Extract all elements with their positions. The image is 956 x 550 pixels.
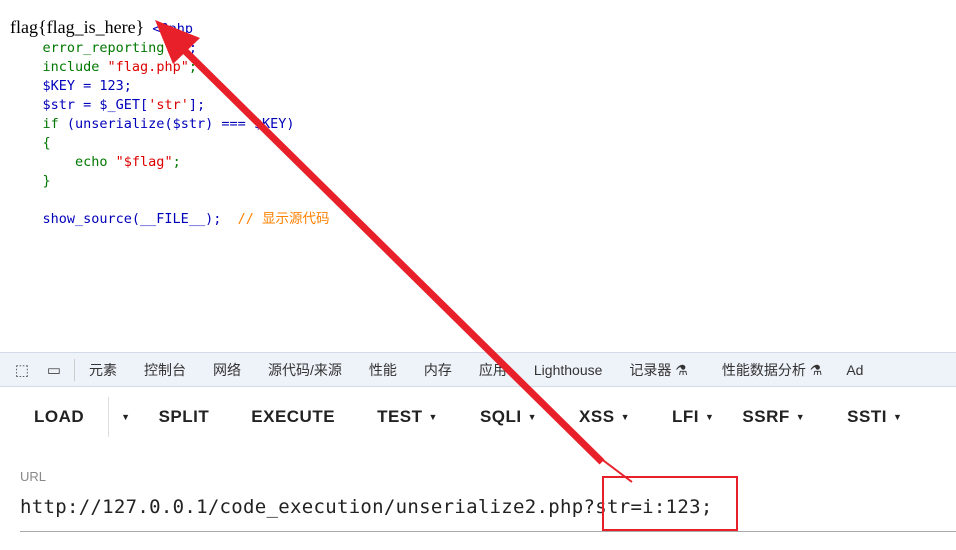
code-line: error_reporting <box>42 40 165 56</box>
sqli-menu[interactable]: SQLI ▼ <box>454 407 553 427</box>
tab-memory[interactable]: 内存 <box>424 360 452 380</box>
url-base: http://127.0.0.1/code_execution/unserial… <box>20 496 584 518</box>
execute-button[interactable]: EXECUTE <box>225 407 351 427</box>
tab-application[interactable]: 应用 <box>479 360 507 380</box>
xss-label: XSS <box>579 407 615 426</box>
caret-down-icon: ▼ <box>892 412 903 422</box>
code-token: "flag.php" <box>107 59 189 75</box>
code-line: show_source(__FILE__); <box>42 211 222 227</box>
ssrf-menu[interactable]: SSRF ▼ <box>730 407 821 427</box>
annotation-thin-line <box>599 457 633 483</box>
split-button[interactable]: SPLIT <box>143 407 226 427</box>
tab-performance-insights[interactable]: 性能数据分析 ⚗ <box>722 360 822 380</box>
flag-output: flag{flag_is_here} <box>10 17 145 37</box>
url-label: URL <box>20 469 47 484</box>
split-label: SPLIT <box>158 407 210 426</box>
divider <box>108 397 110 437</box>
ssti-menu[interactable]: SSTI ▼ <box>821 407 918 427</box>
code-token: "$flag" <box>115 154 173 170</box>
lfi-menu[interactable]: LFI ▼ <box>646 407 730 427</box>
tab-recorder[interactable]: 记录器 ⚗ <box>629 360 687 380</box>
php-open-tag: <?php <box>152 21 194 37</box>
caret-down-icon: ▼ <box>795 412 806 422</box>
tab-sources[interactable]: 源代码/来源 <box>268 360 342 380</box>
tab-elements[interactable]: 元素 <box>89 360 117 380</box>
tab-network[interactable]: 网络 <box>213 360 241 380</box>
sqli-label: SQLI <box>479 407 522 426</box>
inspect-element-icon[interactable]: ⬚ <box>12 361 32 379</box>
caret-down-icon: ▼ <box>620 412 630 422</box>
code-line: } <box>42 173 51 189</box>
lfi-label: LFI <box>671 407 699 426</box>
ssrf-label: SSRF <box>742 407 790 426</box>
code-line: $str = $_GET[ <box>42 97 149 113</box>
tab-lighthouse[interactable]: Lighthouse <box>534 362 603 378</box>
url-input[interactable]: http://127.0.0.1/code_execution/unserial… <box>20 496 956 532</box>
tab-console[interactable]: 控制台 <box>144 360 186 380</box>
execute-label: EXECUTE <box>251 407 336 426</box>
code-token: ; <box>172 154 181 170</box>
caret-down-icon: ▼ <box>704 412 715 422</box>
code-line: if <box>42 116 67 132</box>
test-label: TEST <box>377 407 423 426</box>
url-query: ?str=i:123; <box>583 496 713 518</box>
load-dropdown[interactable]: ▼ <box>113 412 142 422</box>
code-token: (0); <box>164 40 197 56</box>
xss-menu[interactable]: XSS ▼ <box>553 407 646 427</box>
code-token: ; <box>188 59 197 75</box>
php-source-output: flag{flag_is_here} <?php error_reporting… <box>10 18 329 229</box>
caret-down-icon: ▼ <box>527 412 538 422</box>
caret-down-icon: ▼ <box>121 412 131 422</box>
code-line: { <box>42 135 51 151</box>
tab-more[interactable]: Ad <box>846 362 863 378</box>
code-line: $KEY = 123; <box>42 78 132 94</box>
ssti-label: SSTI <box>847 407 887 426</box>
caret-down-icon: ▼ <box>428 412 438 422</box>
code-token: (unserialize($str) === $KEY) <box>66 116 295 132</box>
hackbar-toolbar: LOAD ▼ SPLIT EXECUTE TEST ▼ SQLI ▼ XSS ▼ LF… <box>0 388 956 446</box>
test-menu[interactable]: TEST ▼ <box>351 407 454 427</box>
code-comment: // 显示源代码 <box>237 211 330 227</box>
load-button[interactable]: LOAD <box>0 407 104 427</box>
code-line: include <box>42 59 108 75</box>
code-token: 'str' <box>148 97 189 113</box>
code-line: echo <box>75 154 116 170</box>
devtools-tabbar: ⬚ ▭ 元素 控制台 网络 源代码/来源 性能 内存 应用 Lighthouse… <box>0 352 956 387</box>
code-token: ]; <box>188 97 206 113</box>
tab-performance[interactable]: 性能 <box>369 360 397 380</box>
divider <box>74 358 75 381</box>
load-label: LOAD <box>34 407 85 426</box>
device-toolbar-icon[interactable]: ▭ <box>44 361 64 379</box>
